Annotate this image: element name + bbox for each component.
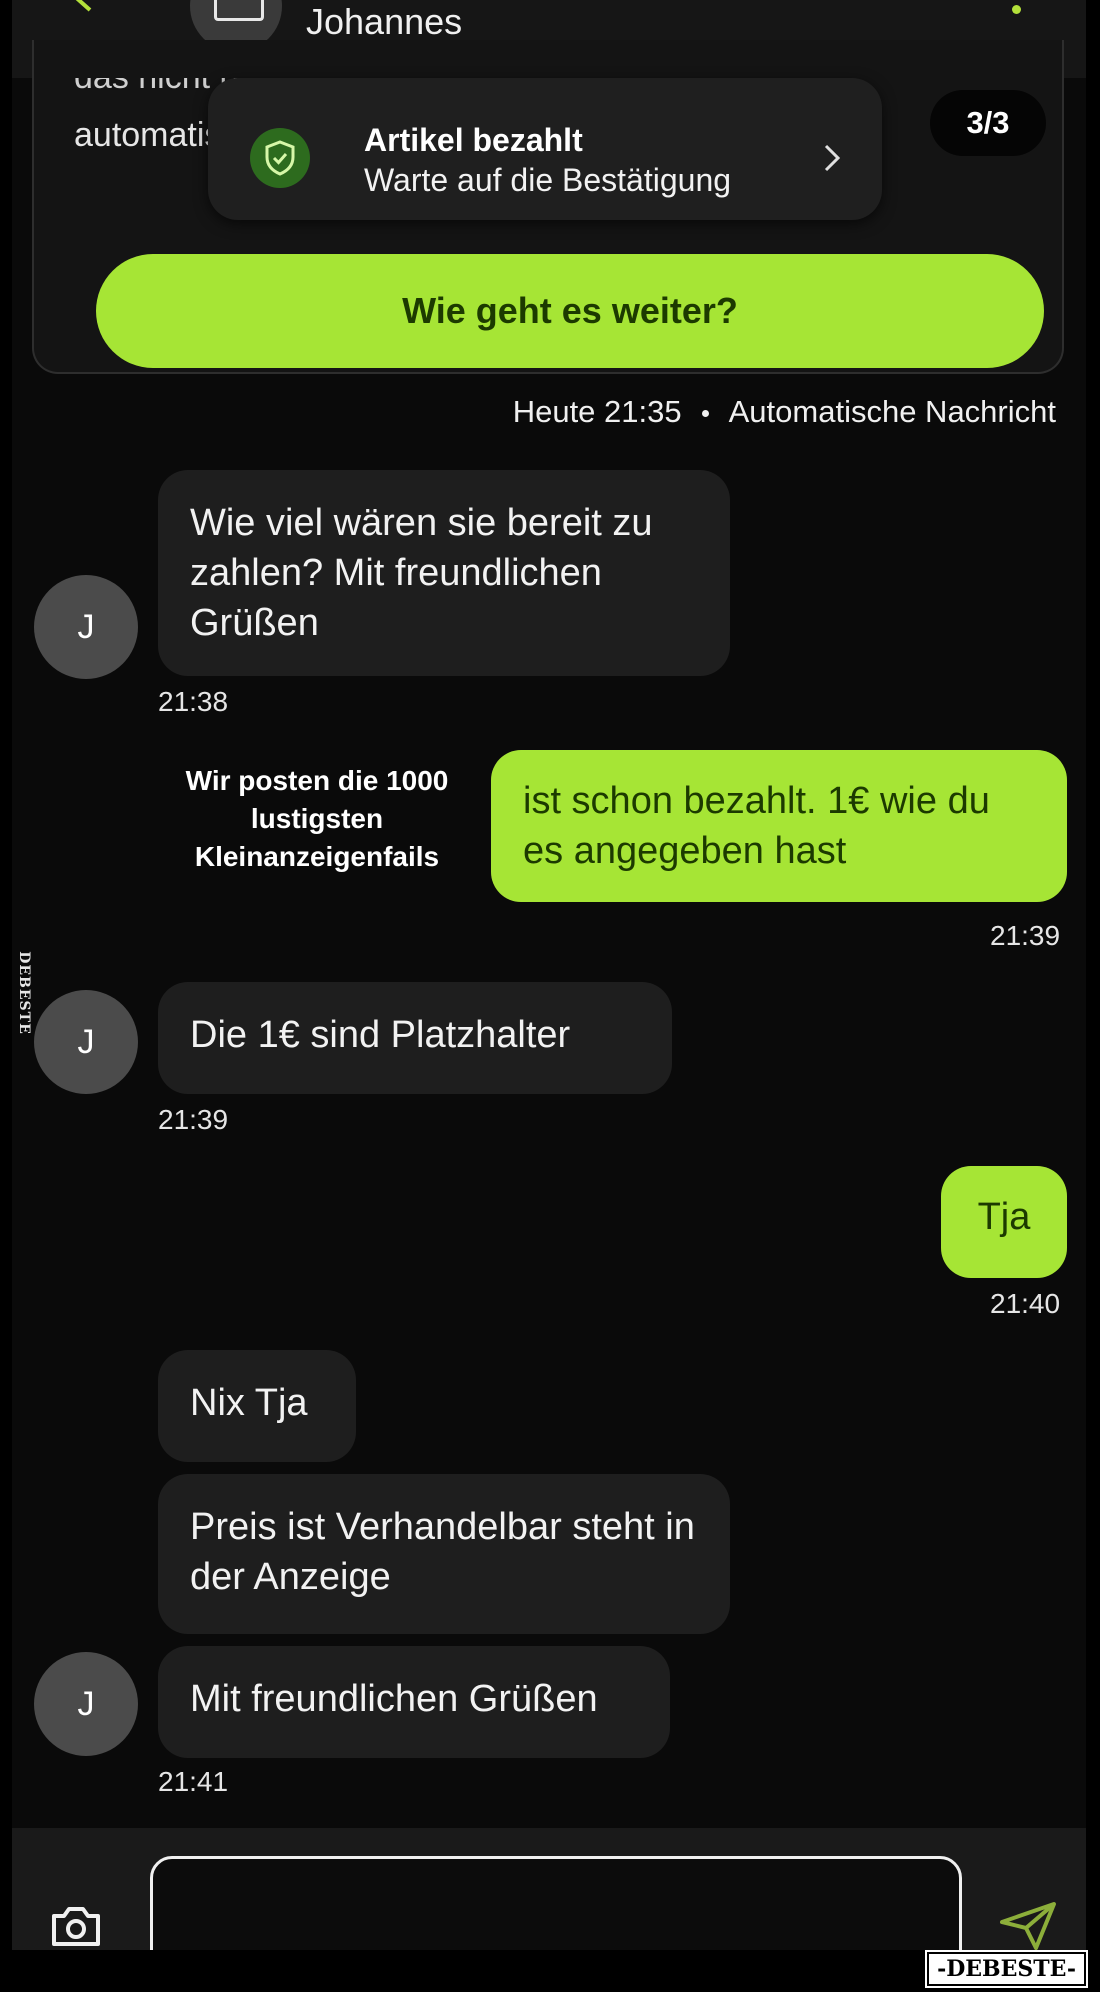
- promo-overlay-text: Wir posten die 1000 lustigsten Kleinanze…: [185, 765, 449, 872]
- sender-avatar[interactable]: J: [34, 1652, 138, 1756]
- message-time: 21:38: [158, 686, 229, 717]
- automatic-message-info: Heute 21:35 Automatische Nachricht: [513, 394, 1056, 430]
- contact-name[interactable]: Johannes: [306, 0, 462, 44]
- payment-status-popup[interactable]: Artikel bezahlt Warte auf die Bestätigun…: [208, 78, 882, 220]
- message-time: 21:41: [158, 1766, 229, 1797]
- side-watermark: DEBESTE: [15, 951, 32, 1035]
- next-steps-button[interactable]: Wie geht es weiter?: [96, 254, 1044, 368]
- send-icon[interactable]: [998, 1900, 1058, 1950]
- sender-avatar[interactable]: J: [34, 575, 138, 679]
- corner-watermark: -DEBESTE-: [925, 1950, 1088, 1988]
- outgoing-message: Tja: [941, 1166, 1067, 1278]
- automatic-message-label: Automatische Nachricht: [728, 394, 1056, 429]
- sender-avatar[interactable]: J: [34, 990, 138, 1094]
- message-time: 21:40: [990, 1288, 1061, 1319]
- chat-screen: Johannes das nicht passieren, erhältst d…: [12, 0, 1086, 1950]
- message-time: 21:39: [990, 920, 1061, 951]
- chevron-right-icon: [824, 144, 841, 172]
- camera-icon[interactable]: [48, 1904, 104, 1948]
- outgoing-message: ist schon bezahlt. 1€ wie du es angegebe…: [491, 750, 1067, 902]
- incoming-message: Nix Tja: [158, 1350, 356, 1462]
- message-input[interactable]: [150, 1856, 962, 1950]
- back-arrow-icon[interactable]: [62, 0, 102, 12]
- incoming-message: Mit freundlichen Grüßen: [158, 1646, 670, 1758]
- popup-title: Artikel bezahlt: [364, 122, 583, 158]
- incoming-message: Preis ist Verhandelbar steht in der Anze…: [158, 1474, 730, 1634]
- incoming-message: Die 1€ sind Platzhalter: [158, 982, 672, 1094]
- message-time: 21:39: [158, 1104, 229, 1135]
- shield-check-icon: [250, 128, 310, 188]
- card-info-text: automatisch: [74, 116, 224, 154]
- shop-icon: [214, 0, 264, 21]
- separator-dot: [701, 410, 709, 418]
- popup-subtitle: Warte auf die Bestätigung: [364, 162, 732, 198]
- incoming-message: Wie viel wären sie bereit zu zahlen? Mit…: [158, 470, 730, 676]
- system-timestamp: Heute 21:35: [512, 394, 682, 429]
- card-page-counter: 3/3: [930, 90, 1046, 156]
- message-input-bar: [12, 1828, 1086, 1950]
- more-options-icon[interactable]: [1012, 0, 1024, 20]
